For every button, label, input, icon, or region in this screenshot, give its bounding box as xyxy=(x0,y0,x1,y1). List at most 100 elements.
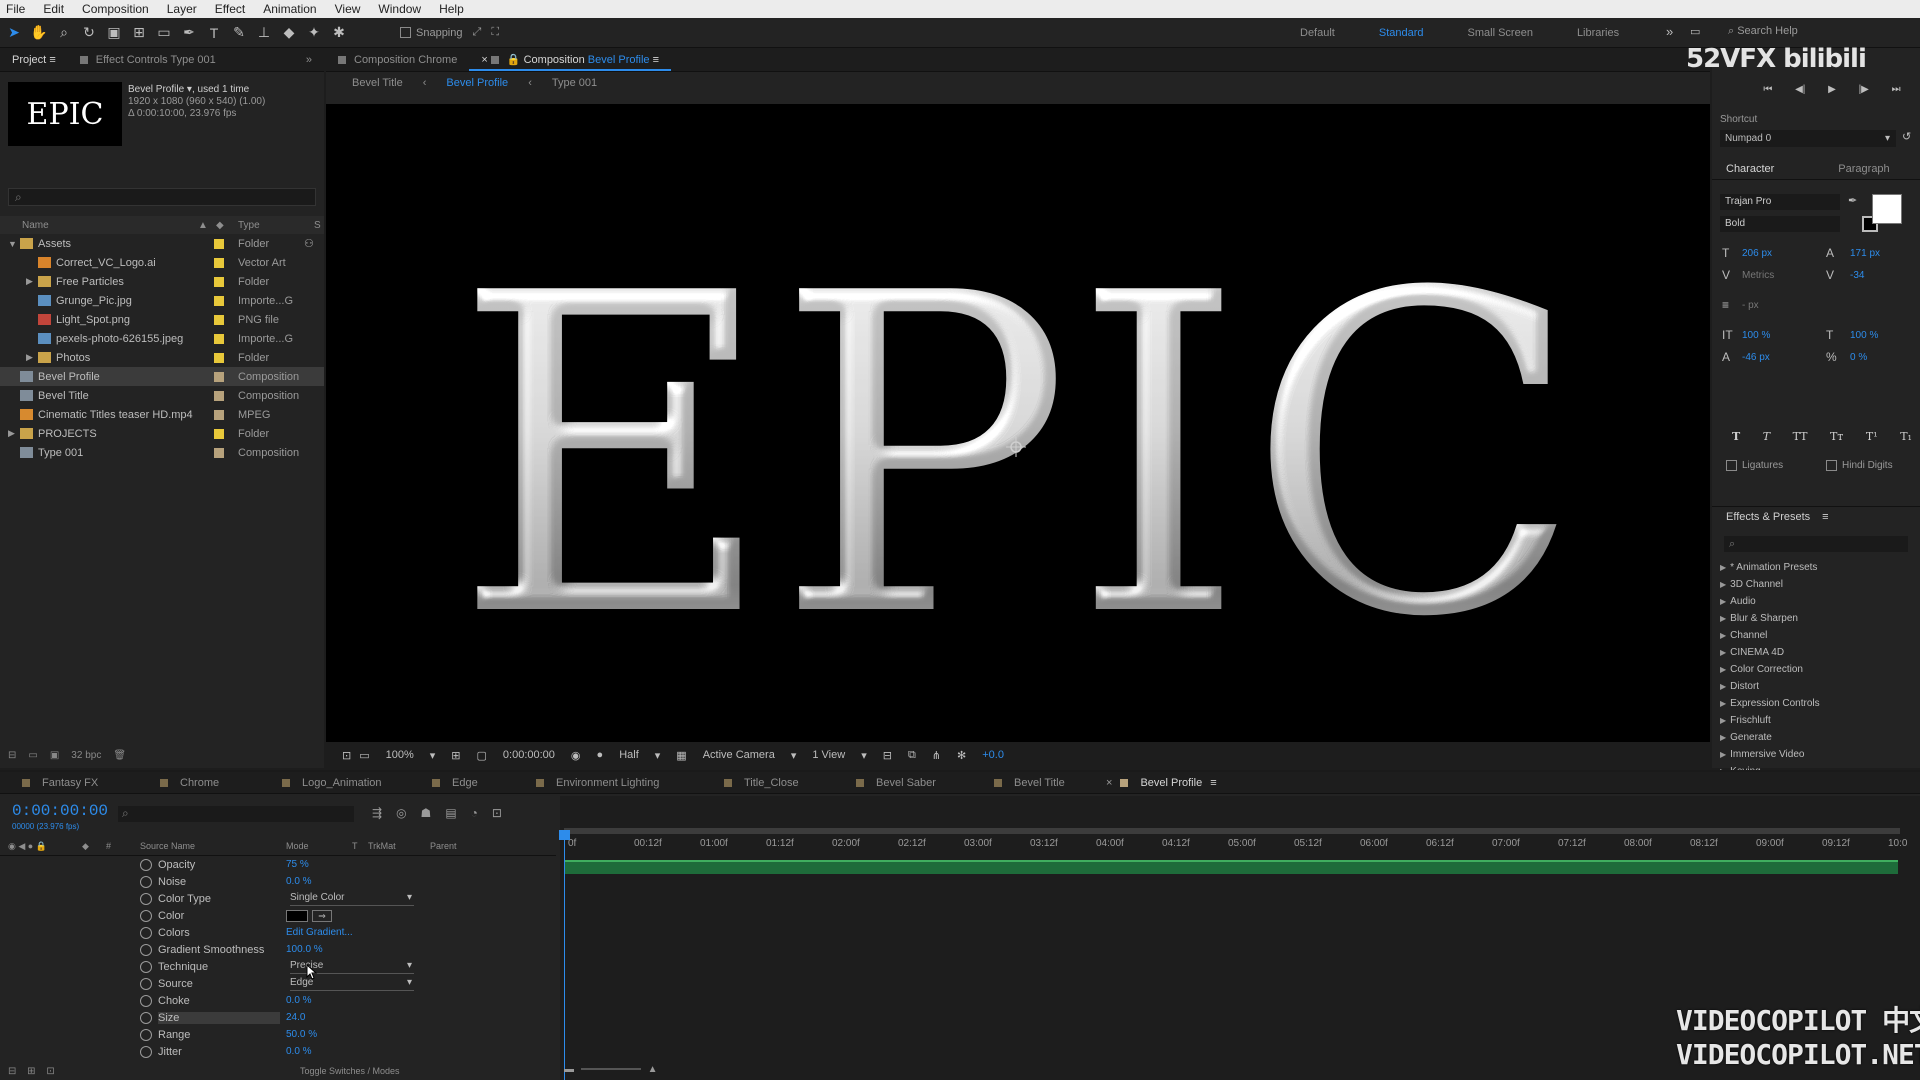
column-type[interactable]: Type xyxy=(238,220,260,231)
tab-composition-bevel-profile[interactable]: × 🔒 Composition Bevel Profile ≡ xyxy=(469,49,672,71)
tab-effect-controls[interactable]: Effect Controls Type 001 xyxy=(68,54,228,66)
stopwatch-icon[interactable] xyxy=(140,995,152,1007)
timeline-tab[interactable]: Logo_Animation xyxy=(282,777,382,789)
chevron-down-icon[interactable]: ▼ xyxy=(8,239,17,249)
property-value[interactable]: 0.0 % xyxy=(286,876,312,887)
panel-menu-icon[interactable]: ≡ xyxy=(49,54,55,66)
project-item[interactable]: Cinematic Titles teaser HD.mp4 MPEG xyxy=(0,405,324,424)
chevron-down-icon[interactable]: ▾ xyxy=(655,749,661,762)
work-area-bar[interactable] xyxy=(564,828,1900,834)
playhead[interactable] xyxy=(559,830,570,1080)
stopwatch-icon[interactable] xyxy=(140,1012,152,1024)
column-name[interactable]: Name xyxy=(22,220,49,231)
timeline-tab[interactable]: Bevel Saber xyxy=(856,777,936,789)
menu-help[interactable]: Help xyxy=(439,2,464,16)
tab-character[interactable]: Character xyxy=(1726,163,1774,175)
resolution-dropdown[interactable]: Half xyxy=(619,749,639,761)
workspace-small-screen[interactable]: Small Screen xyxy=(1468,27,1533,39)
menu-view[interactable]: View xyxy=(335,2,361,16)
camera-tool-icon[interactable]: ▣ xyxy=(103,22,125,44)
roto-brush-tool-icon[interactable]: ✦ xyxy=(303,22,325,44)
chevron-down-icon[interactable]: ▾ xyxy=(861,749,867,762)
shortcut-dropdown[interactable]: Numpad 0 ▾ xyxy=(1720,130,1896,147)
project-item[interactable]: ▶ Free Particles Folder xyxy=(0,272,324,291)
effect-property-color-type[interactable]: Color Type Single Color ▾ xyxy=(0,891,556,908)
tab-project[interactable]: Project ≡ xyxy=(0,54,68,66)
exposure-value[interactable]: +0.0 xyxy=(982,749,1004,761)
font-size-value[interactable]: 206 px xyxy=(1742,248,1772,259)
effects-search-input[interactable]: ⌕ xyxy=(1724,536,1908,552)
label-color-swatch[interactable] xyxy=(214,333,224,344)
effects-category[interactable]: ▶ CINEMA 4D xyxy=(1720,644,1920,661)
effects-category[interactable]: ▶ Blur & Sharpen xyxy=(1720,610,1920,627)
close-icon[interactable]: × xyxy=(481,54,487,66)
property-value[interactable]: Edit Gradient... xyxy=(286,927,353,938)
label-column-icon[interactable]: ◆ xyxy=(216,220,224,231)
breadcrumb-item[interactable]: Bevel Profile xyxy=(446,77,508,89)
type-tool-icon[interactable]: T xyxy=(203,22,225,44)
project-item[interactable]: ▼ Assets Folder ⚇ xyxy=(0,234,324,253)
snapshot-icon[interactable]: ◉ xyxy=(571,749,581,762)
magnification-dropdown[interactable]: 100% xyxy=(386,749,414,761)
selection-tool-icon[interactable]: ➤ xyxy=(3,22,25,44)
search-help-field[interactable]: ⌕ Search Help xyxy=(1728,25,1798,38)
property-value[interactable]: 0.0 % xyxy=(286,1046,312,1057)
color-swatch[interactable] xyxy=(286,910,308,922)
tab-composition-chrome[interactable]: Composition Chrome xyxy=(326,54,469,66)
stopwatch-icon[interactable] xyxy=(140,859,152,871)
zoom-tool-icon[interactable]: ⌕ xyxy=(53,22,75,44)
time-ruler[interactable]: 0f 00:12f 01:00f 01:12f 02:00f 02:12f 03:00f 03… xyxy=(560,836,1907,854)
effects-category[interactable]: ▶ Frischluft xyxy=(1720,712,1920,729)
faux-italic-button[interactable]: T xyxy=(1763,430,1770,443)
timeline-tab[interactable]: Fantasy FX xyxy=(22,777,98,789)
lock-icon[interactable]: 🔒 xyxy=(507,54,524,66)
kerning-value[interactable]: Metrics xyxy=(1742,270,1774,281)
canvas-text-layer[interactable]: EPIC xyxy=(453,201,1583,713)
stopwatch-icon[interactable] xyxy=(140,944,152,956)
effects-category[interactable]: ▶ Generate xyxy=(1720,729,1920,746)
effects-category[interactable]: ▶ 3D Channel xyxy=(1720,576,1920,593)
panel-menu-icon[interactable]: ≡ xyxy=(1210,777,1216,789)
column-parent[interactable]: Parent xyxy=(430,841,457,851)
always-preview-icon[interactable]: ⊡ xyxy=(342,749,351,762)
camera-view-dropdown[interactable]: Active Camera xyxy=(703,749,775,761)
label-color-swatch[interactable] xyxy=(214,447,224,458)
effect-property-technique[interactable]: TechniquePrecise▾ xyxy=(0,959,556,976)
project-item[interactable]: Bevel Profile Composition xyxy=(0,367,324,386)
zoom-slider[interactable]: ▬ ▲ xyxy=(564,1064,657,1075)
transfer-controls-icon[interactable]: ⊞ xyxy=(27,1066,35,1077)
stopwatch-icon[interactable] xyxy=(140,910,152,922)
chevron-right-icon[interactable]: ▶ xyxy=(8,428,15,439)
panel-overflow-icon[interactable]: » xyxy=(294,54,324,66)
layer-switches-icon[interactable]: ⊟ xyxy=(8,1066,16,1077)
menu-window[interactable]: Window xyxy=(378,2,421,16)
menu-file[interactable]: File xyxy=(6,2,25,16)
menu-composition[interactable]: Composition xyxy=(82,2,149,16)
toggle-pixel-aspect-icon[interactable]: ⊟ xyxy=(883,749,892,762)
effects-category[interactable]: ▶ Audio xyxy=(1720,593,1920,610)
menu-animation[interactable]: Animation xyxy=(263,2,316,16)
effects-category[interactable]: ▶ Channel xyxy=(1720,627,1920,644)
trash-icon[interactable]: 🗑 xyxy=(113,750,126,761)
hand-tool-icon[interactable]: ✋ xyxy=(28,22,50,44)
breadcrumb-item[interactable]: Type 001 xyxy=(552,77,597,89)
timeline-tab[interactable]: × Bevel Profile ≡ xyxy=(1106,777,1217,789)
stroke-width-value[interactable]: - px xyxy=(1742,300,1759,311)
property-value[interactable]: 75 % xyxy=(286,859,309,870)
hindi-digits-option[interactable]: Hindi Digits xyxy=(1826,460,1893,471)
label-color-swatch[interactable] xyxy=(214,390,224,401)
close-icon[interactable]: × xyxy=(1106,777,1112,789)
rotate-tool-icon[interactable]: ↻ xyxy=(78,22,100,44)
clone-stamp-tool-icon[interactable]: ⊥ xyxy=(253,22,275,44)
next-frame-icon[interactable]: |▶ xyxy=(1859,84,1869,98)
composition-canvas[interactable]: EPIC xyxy=(326,104,1710,742)
workspace-libraries[interactable]: Libraries xyxy=(1577,27,1619,39)
interpret-footage-icon[interactable]: ⊟ xyxy=(8,750,16,761)
timeline-tab[interactable]: Chrome xyxy=(160,777,219,789)
menu-effect[interactable]: Effect xyxy=(215,2,245,16)
tracking-value[interactable]: -34 xyxy=(1850,270,1864,281)
last-frame-icon[interactable]: ⏭ xyxy=(1892,84,1901,98)
frame-blending-icon[interactable]: ▤ xyxy=(445,806,470,820)
timeline-tab[interactable]: Bevel Title xyxy=(994,777,1065,789)
horizontal-scale-value[interactable]: 100 % xyxy=(1850,330,1878,341)
